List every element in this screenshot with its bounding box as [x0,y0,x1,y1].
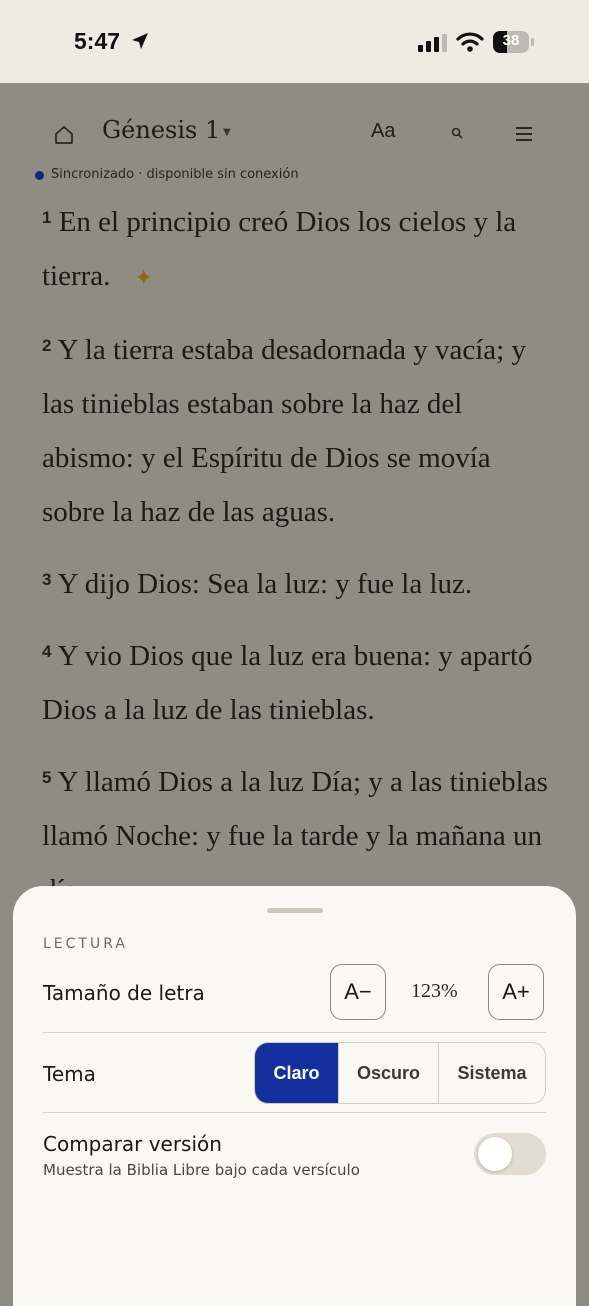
battery-icon: 38 [493,31,529,53]
verse[interactable]: 2 Y la tierra estaba desadornada y vacía… [42,323,552,539]
location-arrow-icon [132,33,148,49]
compare-version-label: Comparar versión [43,1132,222,1156]
toggle-knob [478,1137,512,1171]
theme-option-claro[interactable]: Claro [255,1043,338,1103]
verse[interactable]: 1 En el principio creó Dios los cielos y… [42,195,552,305]
chapter-selector[interactable]: Génesis 1 [102,116,220,144]
sync-status: Sincronizado · disponible sin conexión [51,167,299,182]
theme-label: Tema [43,1062,96,1086]
menu-icon[interactable] [515,127,533,141]
section-title: LECTURA [43,936,128,952]
status-bar: 5:47 38 [0,0,589,83]
verse-number: 3 [42,570,52,590]
reading-settings-sheet: LECTURA Tamaño de letra A− 123% A+ Tema … [13,886,576,1306]
font-settings-button[interactable]: Aa [371,120,395,143]
theme-segmented-control: Claro Oscuro Sistema [254,1042,546,1104]
verse-text: En el principio creó Dios los cielos y l… [42,206,517,292]
compare-version-toggle[interactable] [474,1133,546,1175]
verse-number: 5 [42,768,52,788]
divider [43,1032,546,1033]
theme-option-oscuro[interactable]: Oscuro [338,1043,438,1103]
home-icon[interactable] [52,123,76,147]
cellular-signal-icon [418,34,447,52]
verse-text: Y vio Dios que la luz era buena: y apart… [42,640,533,727]
search-icon[interactable] [450,126,464,140]
battery-level: 38 [502,32,520,49]
verse-text: Y la tierra estaba desadornada y vacía; … [42,334,526,529]
status-time: 5:47 [74,28,121,54]
chevron-down-icon[interactable]: ▼ [223,127,231,138]
increase-font-button[interactable]: A+ [488,964,544,1020]
font-size-label: Tamaño de letra [43,981,205,1005]
divider [43,1112,546,1113]
compare-version-description: Muestra la Biblia Libre bajo cada versíc… [43,1161,360,1179]
decrease-font-button[interactable]: A− [330,964,386,1020]
chapter-text: 1 En el principio creó Dios los cielos y… [42,195,552,935]
verse-number: 1 [42,208,52,227]
verse-number: 4 [42,642,52,662]
verse[interactable]: 3 Y dijo Dios: Sea la luz: y fue la luz. [42,557,552,611]
verse[interactable]: 4 Y vio Dios que la luz era buena: y apa… [42,629,552,737]
verse-number: 2 [42,336,52,356]
verse-text: Y dijo Dios: Sea la luz: y fue la luz. [57,568,473,601]
wifi-icon [456,32,484,52]
font-size-value: 123% [411,980,458,1002]
theme-option-sistema[interactable]: Sistema [438,1043,545,1103]
sync-status-dot [35,171,44,180]
sheet-drag-handle[interactable] [267,908,323,913]
sparkle-icon[interactable]: ✦ [134,251,152,305]
